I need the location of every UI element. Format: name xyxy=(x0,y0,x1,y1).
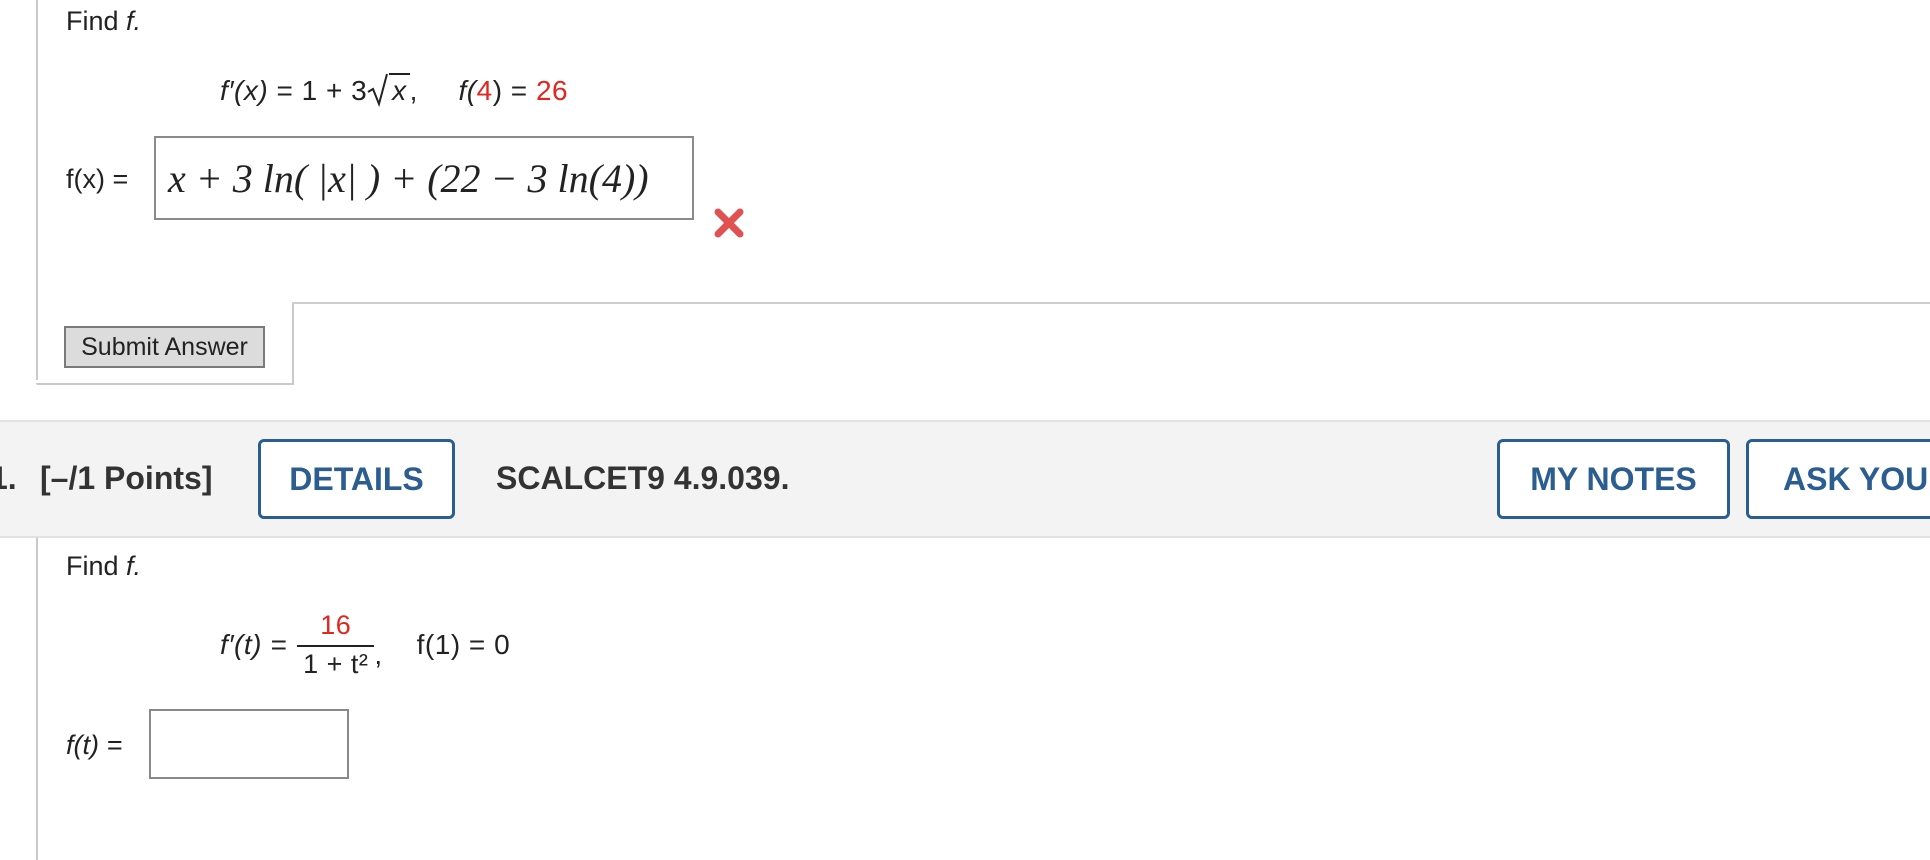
points-label: [–/1 Points] xyxy=(40,460,212,497)
prompt-text: Find xyxy=(66,6,119,36)
fraction-bar xyxy=(297,645,375,647)
condition-value: 26 xyxy=(535,75,569,106)
separator: , xyxy=(374,639,383,670)
prompt-variable: f. xyxy=(126,6,142,36)
condition: f(1) = 0 xyxy=(416,629,511,660)
my-notes-label: MY NOTES xyxy=(1530,460,1697,497)
sqrt-argument: x xyxy=(389,73,410,106)
answer-label: f(t) = xyxy=(66,730,122,761)
given-equation: f′(x) = 1 + 3 x, f(4) = 26 xyxy=(220,72,568,108)
question-panel-border xyxy=(36,0,38,380)
question-panel-divider xyxy=(292,302,1930,304)
incorrect-x-icon xyxy=(712,206,746,240)
question-number-text: 1. xyxy=(0,460,17,496)
prompt-text: Find xyxy=(66,551,119,581)
derivative-rhs: = 1 + 3 xyxy=(276,75,368,106)
answer-input[interactable] xyxy=(149,709,349,779)
derivative-fraction: 16 1 + t² xyxy=(297,610,375,680)
condition-close: ) xyxy=(492,75,503,106)
details-button[interactable]: DETAILS xyxy=(258,439,455,519)
points-text: [–/1 Points] xyxy=(40,460,213,496)
answer-label-text: f(x) = xyxy=(66,164,129,194)
derivative-lhs: f′(x) xyxy=(220,75,269,106)
condition-function: f( xyxy=(458,75,477,106)
question-prompt: Find f. xyxy=(66,551,141,582)
details-label: DETAILS xyxy=(289,460,424,497)
question-panel-border xyxy=(36,383,294,385)
question-prompt: Find f. xyxy=(66,6,141,37)
separator: , xyxy=(409,75,418,106)
submit-answer-label: Submit Answer xyxy=(81,332,248,361)
condition-equals: = xyxy=(510,75,528,106)
given-equation: f′(t) = 16 1 + t² , f(1) = 0 xyxy=(220,610,510,680)
answer-label-text: f(t) = xyxy=(66,730,123,760)
answer-input[interactable]: x + 3 ln( |x| ) + (22 − 3 ln(4)) xyxy=(154,136,694,220)
question-code-text: SCALCET9 4.9.039. xyxy=(496,460,790,496)
answer-label: f(x) = xyxy=(66,164,128,195)
derivative-lhs: f′(t) = xyxy=(220,629,288,660)
question-panel-border xyxy=(36,538,38,860)
question-number: 1. xyxy=(0,460,17,497)
fraction-numerator: 16 xyxy=(320,610,352,640)
sqrt-icon xyxy=(367,73,389,108)
sqrt-symbol xyxy=(367,72,389,108)
prompt-variable: f. xyxy=(126,551,142,581)
question-code: SCALCET9 4.9.039. xyxy=(496,460,789,497)
question-panel-border xyxy=(292,303,294,385)
condition-argument: 4 xyxy=(476,75,493,106)
fraction-denominator: 1 + t² xyxy=(303,649,369,679)
ask-label: ASK YOUR xyxy=(1783,460,1930,497)
answer-value: x + 3 ln( |x| ) + (22 − 3 ln(4)) xyxy=(168,155,649,201)
my-notes-button[interactable]: MY NOTES xyxy=(1497,439,1730,519)
submit-answer-button[interactable]: Submit Answer xyxy=(64,326,265,368)
ask-teacher-button[interactable]: ASK YOUR xyxy=(1746,439,1930,519)
